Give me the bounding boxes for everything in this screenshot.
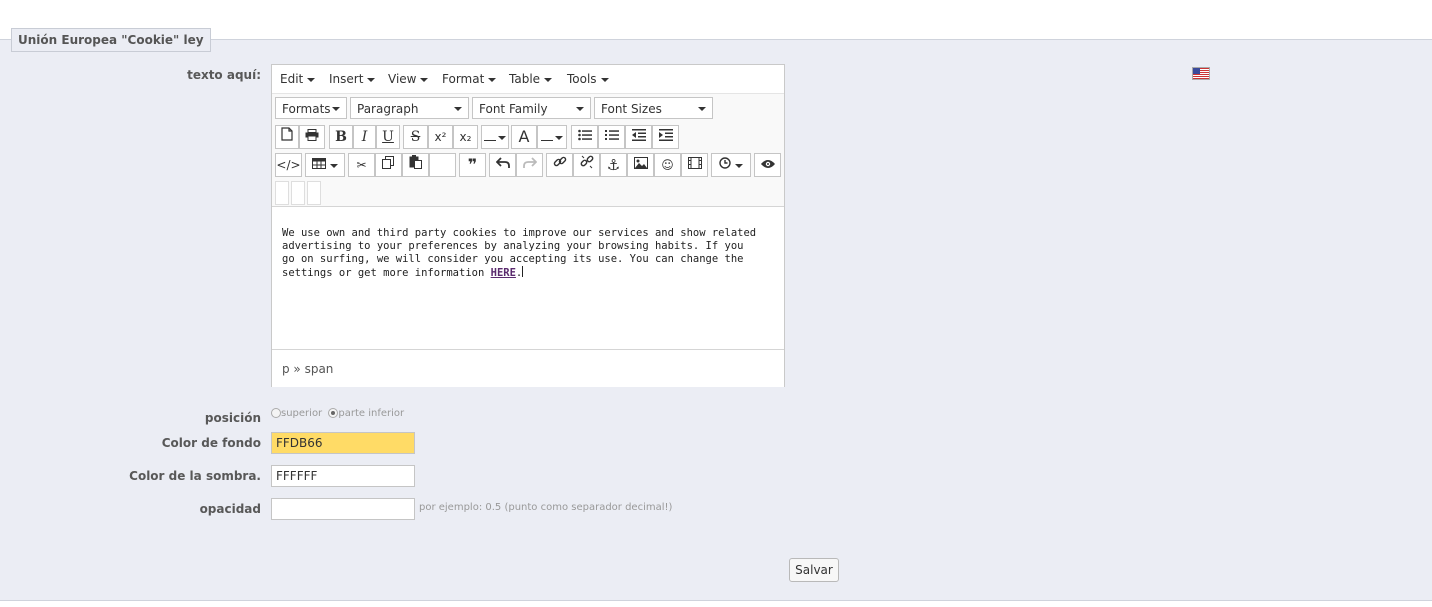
shadow-color-label: Color de la sombra. [129, 469, 261, 483]
font-sizes-dropdown[interactable]: Font Sizes [594, 97, 713, 119]
extra-toolbar-button-2[interactable] [291, 181, 305, 205]
fieldset-legend: Unión Europea "Cookie" ley [11, 28, 211, 52]
strikethrough-button[interactable]: S [403, 125, 428, 149]
underline-button[interactable]: U [376, 125, 400, 149]
formats-dropdown[interactable]: Formats [275, 97, 347, 119]
opacity-input[interactable] [271, 498, 415, 520]
menu-insert[interactable]: Insert [329, 72, 376, 86]
blockquote-icon[interactable]: ❞ [459, 153, 486, 177]
position-bottom-label: parte inferior [338, 408, 405, 419]
rich-text-editor: Edit Insert View Format Table Tools Form… [271, 64, 785, 387]
new-document-icon[interactable] [275, 125, 299, 149]
paragraph-dropdown[interactable]: Paragraph [350, 97, 469, 119]
editor-statusbar: p » span [272, 349, 784, 387]
extra-toolbar-button-1[interactable] [275, 181, 289, 205]
preview-icon[interactable] [754, 153, 781, 177]
position-top-radio[interactable] [271, 408, 281, 418]
table-dropdown[interactable] [305, 153, 345, 177]
unlink-icon[interactable] [573, 153, 600, 177]
font-color-icon[interactable]: A [511, 125, 537, 149]
emoticon-icon[interactable]: ☺ [654, 153, 681, 177]
text-cursor [522, 266, 524, 277]
print-icon[interactable] [299, 125, 325, 149]
menu-view[interactable]: View [388, 72, 429, 86]
paste-icon[interactable] [402, 153, 429, 177]
font-family-dropdown[interactable]: Font Family [472, 97, 591, 119]
copy-icon[interactable] [375, 153, 402, 177]
position-top-label: superior [281, 408, 323, 419]
empty-toolbar-button[interactable] [429, 153, 456, 177]
bold-button[interactable]: B [329, 125, 353, 149]
media-icon[interactable] [681, 153, 708, 177]
cut-icon[interactable]: ✂ [348, 153, 375, 177]
subscript-button[interactable]: x₂ [453, 125, 478, 149]
numbered-list-icon[interactable] [598, 125, 625, 149]
menu-edit[interactable]: Edit [280, 72, 316, 86]
us-flag-icon[interactable] [1192, 67, 1210, 80]
image-icon[interactable] [627, 153, 654, 177]
italic-button[interactable]: I [353, 125, 376, 149]
save-button[interactable]: Salvar [789, 558, 839, 582]
redo-icon[interactable] [516, 153, 543, 177]
position-label: posición [204, 411, 261, 425]
editor-menubar: Edit Insert View Format Table Tools [272, 65, 784, 94]
insert-time-dropdown[interactable] [711, 153, 751, 177]
position-radio-group: superior parte inferior [271, 408, 404, 419]
element-path[interactable]: p » span [282, 362, 333, 376]
undo-icon[interactable] [489, 153, 516, 177]
menu-table[interactable]: Table [509, 72, 553, 86]
bg-color-input[interactable]: FFDB66 [271, 432, 415, 454]
source-code-icon[interactable]: </> [275, 153, 302, 177]
indent-icon[interactable] [652, 125, 679, 149]
editor-toolbar: Formats Paragraph Font Family Font Sizes… [272, 94, 784, 207]
extra-toolbar-button-3[interactable] [307, 181, 321, 205]
background-color-dropdown[interactable] [537, 125, 567, 149]
opacity-label: opacidad [199, 502, 261, 516]
superscript-button[interactable]: x² [428, 125, 453, 149]
position-bottom-radio[interactable] [328, 408, 339, 418]
outdent-icon[interactable] [625, 125, 652, 149]
opacity-hint: por ejemplo: 0.5 (punto como separador d… [419, 502, 673, 513]
here-link[interactable]: HERE [491, 267, 516, 279]
shadow-color-input[interactable]: FFFFFF [271, 465, 415, 487]
menu-format[interactable]: Format [442, 72, 497, 86]
top-bar [0, 0, 1432, 39]
menu-tools[interactable]: Tools [567, 72, 609, 86]
link-icon[interactable] [546, 153, 573, 177]
bg-color-label: Color de fondo [161, 436, 261, 450]
bullet-list-icon[interactable] [571, 125, 598, 149]
text-here-label: texto aquí: [187, 68, 261, 82]
text-color-dropdown[interactable] [481, 125, 509, 149]
anchor-icon[interactable]: ⚓ [600, 153, 627, 177]
editor-content-area[interactable]: We use own and third party cookies to im… [282, 227, 762, 280]
